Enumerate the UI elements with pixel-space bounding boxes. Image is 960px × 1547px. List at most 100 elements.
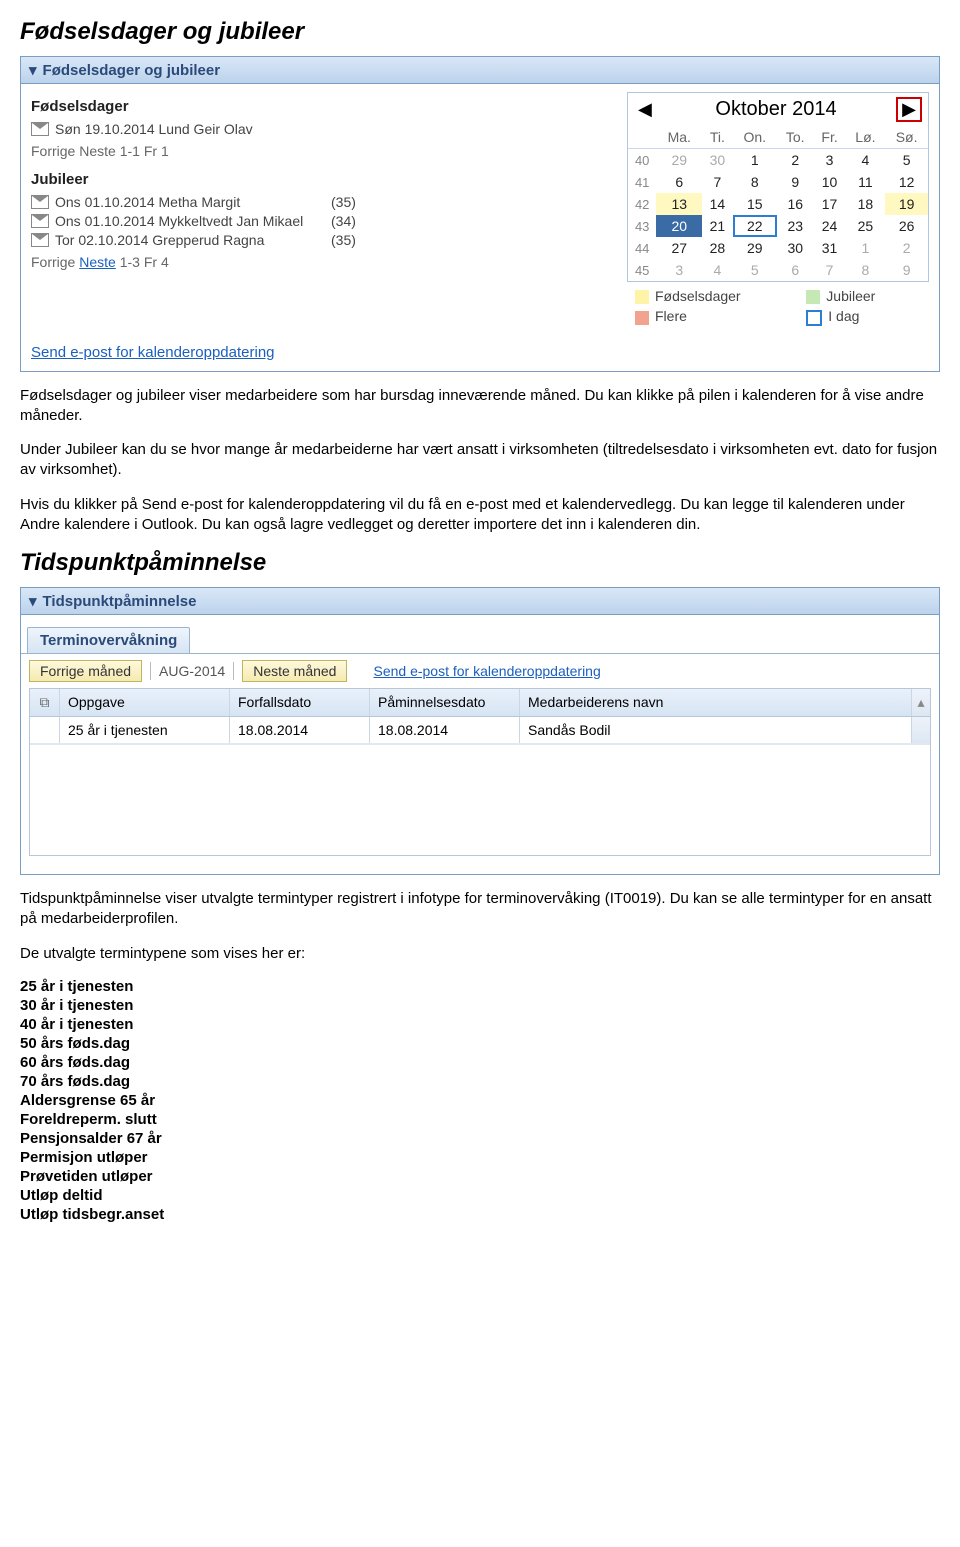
panel-title: Fødselsdager og jubileer: [43, 62, 221, 79]
fodselsdager-subhead: Fødselsdager: [31, 98, 607, 115]
pager-next-link[interactable]: Neste: [79, 254, 116, 270]
send-epost-link[interactable]: Send e-post for kalenderoppdatering: [31, 344, 275, 361]
select-all-icon[interactable]: ⧉: [30, 689, 60, 716]
calendar-day[interactable]: 7: [702, 171, 733, 193]
calendar-day[interactable]: 5: [733, 259, 777, 281]
cell-forfall: 18.08.2014: [230, 717, 370, 743]
calendar-day[interactable]: 22: [733, 215, 777, 237]
col-forfall[interactable]: Forfallsdato: [230, 689, 370, 716]
body-paragraph: Tidspunktpåminnelse viser utvalgte termi…: [20, 889, 940, 930]
calendar-day[interactable]: 16: [777, 193, 814, 215]
calendar-day[interactable]: 19: [885, 193, 928, 215]
calendar-day[interactable]: 27: [656, 237, 702, 259]
calendar-day[interactable]: 8: [846, 259, 886, 281]
col-oppgave[interactable]: Oppgave: [60, 689, 230, 716]
calendar-widget: ◀ Oktober 2014 ▶ Ma.Ti.On.To.Fr.Lø.Sø.40…: [627, 92, 929, 282]
calendar-day[interactable]: 30: [702, 149, 733, 172]
termintype-item: Utløp deltid: [20, 1187, 940, 1204]
cell-paminn: 18.08.2014: [370, 717, 520, 743]
calendar-day[interactable]: 29: [656, 149, 702, 172]
calendar-day[interactable]: 5: [885, 149, 928, 172]
legend-label: Flere: [655, 308, 687, 324]
calendar-day[interactable]: 24: [814, 215, 846, 237]
termintype-item: Aldersgrense 65 år: [20, 1092, 940, 1109]
calendar-day[interactable]: 18: [846, 193, 886, 215]
section-heading-fodselsdager: Fødselsdager og jubileer: [20, 18, 940, 46]
calendar-day[interactable]: 26: [885, 215, 928, 237]
calendar-week-number: 44: [628, 237, 656, 259]
calendar-day[interactable]: 15: [733, 193, 777, 215]
col-paminn[interactable]: Påminnelsesdato: [370, 689, 520, 716]
calendar-day[interactable]: 4: [702, 259, 733, 281]
calendar-day[interactable]: 2: [885, 237, 928, 259]
termintype-item: Prøvetiden utløper: [20, 1168, 940, 1185]
calendar-dow: Fr.: [814, 126, 846, 149]
grid-row[interactable]: 25 år i tjenesten18.08.201418.08.2014San…: [30, 717, 930, 744]
calendar-day[interactable]: 12: [885, 171, 928, 193]
chevron-down-icon: ▾: [29, 592, 37, 610]
calendar-day[interactable]: 8: [733, 171, 777, 193]
calendar-prev-icon[interactable]: ◀: [634, 99, 656, 120]
tidspunkt-panel: ▾ Tidspunktpåminnelse Terminovervåkning …: [20, 587, 940, 875]
calendar-day[interactable]: 13: [656, 193, 702, 215]
calendar-day[interactable]: 3: [656, 259, 702, 281]
mail-icon: [31, 233, 49, 247]
calendar-day[interactable]: 14: [702, 193, 733, 215]
calendar-day[interactable]: 28: [702, 237, 733, 259]
calendar-day[interactable]: 9: [777, 171, 814, 193]
calendar-day[interactable]: 1: [733, 149, 777, 172]
body-paragraph: De utvalgte termintypene som vises her e…: [20, 944, 940, 964]
panel-header[interactable]: ▾ Fødselsdager og jubileer: [21, 57, 939, 84]
calendar-day[interactable]: 31: [814, 237, 846, 259]
termin-grid: ⧉ Oppgave Forfallsdato Påminnelsesdato M…: [29, 688, 931, 856]
grid-empty-space: [30, 744, 930, 855]
panel-header[interactable]: ▾ Tidspunktpåminnelse: [21, 588, 939, 615]
calendar-day[interactable]: 2: [777, 149, 814, 172]
calendar-next-icon[interactable]: ▶: [896, 97, 922, 122]
calendar-day[interactable]: 1: [846, 237, 886, 259]
calendar-day[interactable]: 23: [777, 215, 814, 237]
calendar-table: Ma.Ti.On.To.Fr.Lø.Sø.4029301234541678910…: [628, 126, 928, 281]
cell-oppgave: 25 år i tjenesten: [60, 717, 230, 743]
scroll-up-icon[interactable]: ▴: [912, 689, 930, 716]
legend-label: Fødselsdager: [655, 288, 741, 304]
body-paragraph: Hvis du klikker på Send e-post for kalen…: [20, 495, 940, 536]
calendar-day[interactable]: 9: [885, 259, 928, 281]
tab-terminovervakning[interactable]: Terminovervåkning: [27, 627, 190, 653]
calendar-day[interactable]: 30: [777, 237, 814, 259]
legend-label: Jubileer: [826, 288, 875, 304]
send-epost-link[interactable]: Send e-post for kalenderoppdatering: [373, 663, 600, 679]
legend-swatch-idag: [806, 310, 822, 326]
jubilee-entry: Tor 02.10.2014 Grepperud Ragna(35): [31, 232, 607, 248]
calendar-week-number: 41: [628, 171, 656, 193]
termintype-item: Pensjonsalder 67 år: [20, 1130, 940, 1147]
grid-header-row: ⧉ Oppgave Forfallsdato Påminnelsesdato M…: [30, 689, 930, 717]
prev-month-button[interactable]: Forrige måned: [29, 660, 142, 682]
termintype-item: 30 år i tjenesten: [20, 997, 940, 1014]
calendar-day[interactable]: 7: [814, 259, 846, 281]
calendar-dow: Ti.: [702, 126, 733, 149]
next-month-button[interactable]: Neste måned: [242, 660, 347, 682]
month-label: AUG-2014: [159, 663, 225, 679]
calendar-day[interactable]: 25: [846, 215, 886, 237]
calendar-day[interactable]: 17: [814, 193, 846, 215]
body-paragraph: Under Jubileer kan du se hvor mange år m…: [20, 440, 940, 481]
calendar-day[interactable]: 20: [656, 215, 702, 237]
mail-icon: [31, 122, 49, 136]
calendar-day[interactable]: 11: [846, 171, 886, 193]
calendar-day[interactable]: 10: [814, 171, 846, 193]
panel-title: Tidspunktpåminnelse: [43, 593, 197, 610]
mail-icon: [31, 195, 49, 209]
calendar-day[interactable]: 6: [656, 171, 702, 193]
calendar-day[interactable]: 3: [814, 149, 846, 172]
calendar-day[interactable]: 4: [846, 149, 886, 172]
legend-swatch-flere: [635, 311, 649, 325]
calendar-day[interactable]: 6: [777, 259, 814, 281]
termintype-item: 40 år i tjenesten: [20, 1016, 940, 1033]
calendar-day[interactable]: 21: [702, 215, 733, 237]
col-navn[interactable]: Medarbeiderens navn: [520, 689, 912, 716]
legend-swatch-fodselsdager: [635, 290, 649, 304]
jubileer-subhead: Jubileer: [31, 171, 607, 188]
calendar-day[interactable]: 29: [733, 237, 777, 259]
termintype-item: 70 års føds.dag: [20, 1073, 940, 1090]
